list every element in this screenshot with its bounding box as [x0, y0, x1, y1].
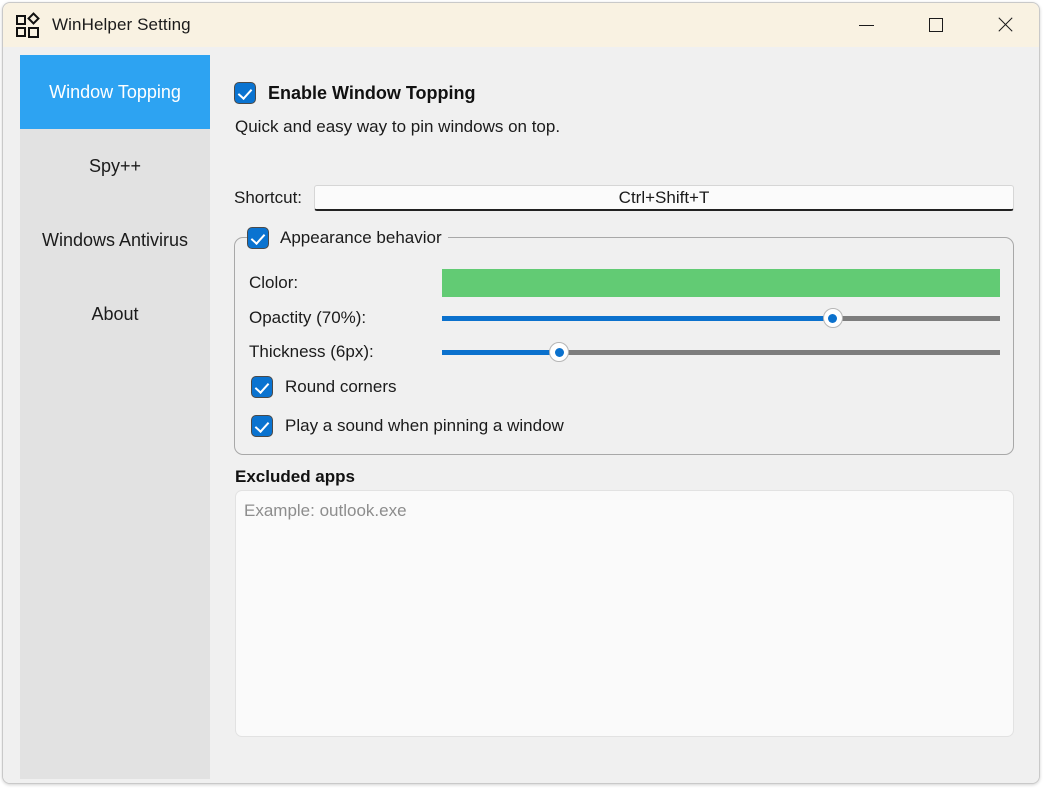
- excluded-apps-textarea[interactable]: Example: outlook.exe: [235, 490, 1014, 737]
- enable-window-topping-row[interactable]: Enable Window Topping: [234, 82, 475, 104]
- opacity-slider[interactable]: [442, 308, 1000, 328]
- close-icon: [997, 17, 1013, 33]
- section-subtitle: Quick and easy way to pin windows on top…: [235, 117, 561, 136]
- sidebar-item-spy[interactable]: Spy++: [20, 129, 210, 203]
- title-bar: WinHelper Setting: [3, 3, 1039, 47]
- sidebar-item-label: About: [91, 303, 139, 324]
- play-sound-label: Play a sound when pinning a window: [285, 416, 564, 435]
- round-corners-row[interactable]: Round corners: [251, 376, 397, 398]
- opacity-slider-thumb[interactable]: [822, 308, 843, 328]
- window-body: Window Topping Spy++ Windows Antivirus A…: [3, 47, 1039, 783]
- thickness-slider-thumb[interactable]: [549, 342, 570, 362]
- window-controls: [832, 3, 1039, 47]
- opacity-slider-fill: [442, 316, 833, 321]
- sidebar-item-label: Windows Antivirus: [41, 229, 189, 250]
- opacity-label: Opactity (70%):: [249, 308, 367, 327]
- sidebar-item-label: Spy++: [88, 155, 142, 176]
- maximize-icon: [928, 18, 943, 32]
- maximize-button[interactable]: [901, 3, 970, 47]
- appearance-behavior-header[interactable]: Appearance behavior: [247, 225, 448, 251]
- play-sound-row[interactable]: Play a sound when pinning a window: [251, 415, 564, 437]
- round-corners-label: Round corners: [285, 377, 397, 396]
- appearance-behavior-label: Appearance behavior: [280, 228, 442, 247]
- appearance-behavior-checkbox[interactable]: [247, 227, 269, 249]
- shortcut-input[interactable]: Ctrl+Shift+T: [314, 185, 1014, 211]
- app-window: WinHelper Setting Window Topping Spy++ W…: [2, 2, 1040, 784]
- thickness-slider-fill: [442, 350, 560, 355]
- shortcut-row: Shortcut: Ctrl+Shift+T: [234, 185, 1014, 211]
- excluded-apps-title: Excluded apps: [235, 467, 355, 486]
- sidebar-item-window-topping[interactable]: Window Topping: [20, 55, 210, 129]
- sidebar: Window Topping Spy++ Windows Antivirus A…: [20, 55, 210, 779]
- shortcut-label: Shortcut:: [234, 188, 303, 207]
- enable-window-topping-checkbox[interactable]: [234, 82, 256, 104]
- round-corners-checkbox[interactable]: [251, 376, 273, 398]
- enable-window-topping-label: Enable Window Topping: [268, 82, 476, 103]
- color-label: Clolor:: [249, 273, 299, 292]
- color-row: Clolor:: [249, 269, 1000, 297]
- thickness-slider[interactable]: [442, 342, 1000, 362]
- app-grid-icon: [15, 12, 41, 38]
- minimize-icon: [859, 24, 874, 26]
- appearance-behavior-group: Appearance behavior Clolor: Opactity (70…: [234, 225, 1014, 455]
- excluded-apps-placeholder: Example: outlook.exe: [244, 501, 407, 520]
- play-sound-checkbox[interactable]: [251, 415, 273, 437]
- window-title: WinHelper Setting: [52, 15, 191, 34]
- close-button[interactable]: [970, 3, 1039, 47]
- minimize-button[interactable]: [832, 3, 901, 47]
- sidebar-item-about[interactable]: About: [20, 277, 210, 351]
- sidebar-item-windows-antivirus[interactable]: Windows Antivirus: [20, 203, 210, 277]
- thickness-label: Thickness (6px):: [249, 342, 374, 361]
- content-pane: Enable Window Topping Quick and easy way…: [234, 47, 1015, 783]
- sidebar-item-label: Window Topping: [49, 81, 181, 102]
- color-swatch[interactable]: [442, 269, 1000, 297]
- opacity-row: Opactity (70%):: [249, 306, 1000, 330]
- thickness-row: Thickness (6px):: [249, 340, 1000, 364]
